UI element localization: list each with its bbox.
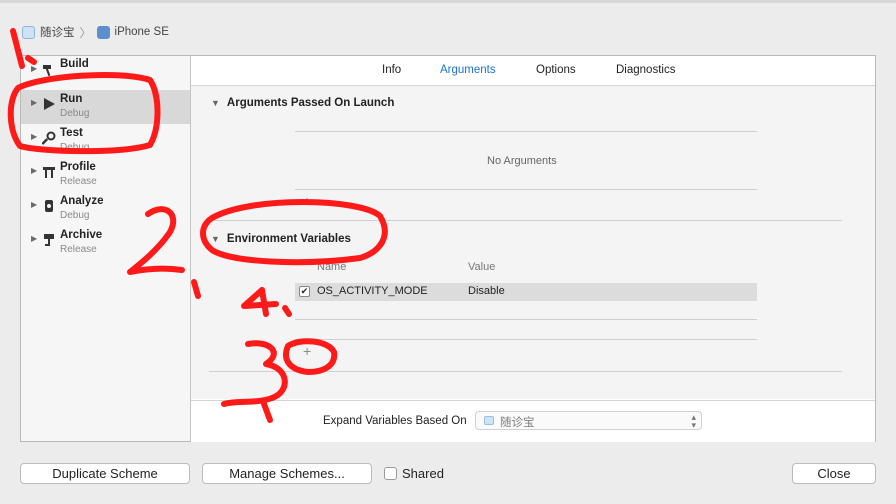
scheme-actions-sidebar: ▶ Build ▶ Run Debug ▶ Test Debug ▶ Profi… <box>21 56 191 441</box>
sidebar-item-config: Debug <box>60 210 90 221</box>
instruments-icon <box>41 164 57 180</box>
tab-diagnostics[interactable]: Diagnostics <box>616 64 675 76</box>
shared-checkbox[interactable] <box>384 467 397 480</box>
no-arguments-text: No Arguments <box>487 155 557 167</box>
expand-variables-label: Expand Variables Based On <box>323 415 467 427</box>
shared-toggle[interactable]: Shared <box>384 466 444 481</box>
tab-options[interactable]: Options <box>536 64 576 76</box>
breadcrumb-device[interactable]: iPhone SE <box>115 26 169 38</box>
sidebar-item-config: Debug <box>60 142 90 153</box>
disclosure-triangle-icon[interactable]: ▶ <box>31 98 37 107</box>
expand-variables-select[interactable]: 随诊宝 ▴ ▾ <box>475 411 702 430</box>
environment-section-title: Environment Variables <box>226 233 351 245</box>
stepper-arrows-icon: ▴ ▾ <box>691 412 696 430</box>
sidebar-item-analyze[interactable]: ▶ Analyze Debug <box>21 192 190 226</box>
window-top-edge <box>0 0 896 3</box>
divider <box>295 189 757 190</box>
disclosure-triangle-icon[interactable]: ▶ <box>31 200 37 209</box>
app-project-icon <box>484 416 494 425</box>
expand-variables-row: Expand Variables Based On 随诊宝 ▴ ▾ <box>191 400 875 442</box>
column-header-value[interactable]: Value <box>468 261 495 273</box>
archive-icon <box>41 232 57 248</box>
shared-label: Shared <box>402 466 444 481</box>
sidebar-item-config: Release <box>60 176 97 187</box>
arguments-pane: ▼ Arguments Passed On Launch No Argument… <box>191 86 875 399</box>
scheme-breadcrumb[interactable]: 随诊宝 〉 iPhone SE <box>22 24 169 40</box>
add-argument-icon[interactable]: + <box>303 193 311 209</box>
section-divider <box>209 371 842 372</box>
divider <box>295 339 757 340</box>
sidebar-item-label: Run <box>60 93 83 105</box>
breadcrumb-project[interactable]: 随诊宝 <box>40 24 75 40</box>
table-row[interactable]: ✔ OS_ACTIVITY_MODE Disable <box>295 283 757 301</box>
sidebar-item-run[interactable]: ▶ Run Debug <box>21 90 190 124</box>
scheme-tab-bar: Info Arguments Options Diagnostics <box>191 56 875 86</box>
sidebar-item-config: Debug <box>60 108 90 119</box>
environment-section-header[interactable]: ▼ Environment Variables <box>211 233 351 245</box>
wrench-icon <box>41 130 57 146</box>
add-variable-icon[interactable]: + <box>303 343 311 359</box>
disclosure-triangle-icon[interactable]: ▶ <box>31 166 37 175</box>
sidebar-item-label: Archive <box>60 229 103 241</box>
hammer-icon <box>41 62 57 78</box>
sidebar-item-label: Profile <box>60 161 96 173</box>
sidebar-item-archive[interactable]: ▶ Archive Release <box>21 226 190 260</box>
close-button[interactable]: Close <box>792 463 876 484</box>
divider <box>295 319 757 320</box>
enabled-checkbox[interactable]: ✔ <box>299 286 310 297</box>
sidebar-item-profile[interactable]: ▶ Profile Release <box>21 158 190 192</box>
sidebar-item-label: Analyze <box>60 195 104 207</box>
collapse-triangle-icon[interactable]: ▼ <box>211 98 220 108</box>
analyze-icon <box>41 198 57 214</box>
sidebar-item-label: Build <box>60 58 89 70</box>
play-icon <box>41 96 57 112</box>
arguments-section-header[interactable]: ▼ Arguments Passed On Launch <box>211 97 394 109</box>
duplicate-scheme-button[interactable]: Duplicate Scheme <box>20 463 190 484</box>
sidebar-item-build[interactable]: ▶ Build <box>21 56 190 90</box>
manage-schemes-button[interactable]: Manage Schemes... <box>202 463 372 484</box>
section-divider <box>209 220 842 221</box>
collapse-triangle-icon[interactable]: ▼ <box>211 234 220 244</box>
disclosure-triangle-icon[interactable]: ▶ <box>31 132 37 141</box>
sidebar-item-config: Release <box>60 244 97 255</box>
disclosure-triangle-icon[interactable]: ▶ <box>31 64 37 73</box>
arguments-section-title: Arguments Passed On Launch <box>226 97 395 109</box>
tab-info[interactable]: Info <box>382 64 401 76</box>
breadcrumb-chevron-icon: 〉 <box>79 25 92 40</box>
disclosure-triangle-icon[interactable]: ▶ <box>31 234 37 243</box>
sidebar-item-label: Test <box>60 127 83 139</box>
env-var-name[interactable]: OS_ACTIVITY_MODE <box>317 285 428 297</box>
iphone-device-icon <box>96 25 110 39</box>
expand-variables-value: 随诊宝 <box>500 417 535 429</box>
env-var-value[interactable]: Disable <box>468 285 505 297</box>
app-project-icon <box>22 25 35 39</box>
sidebar-item-test[interactable]: ▶ Test Debug <box>21 124 190 158</box>
divider <box>295 131 757 132</box>
column-header-name[interactable]: Name <box>317 261 346 273</box>
tab-arguments[interactable]: Arguments <box>440 64 496 76</box>
